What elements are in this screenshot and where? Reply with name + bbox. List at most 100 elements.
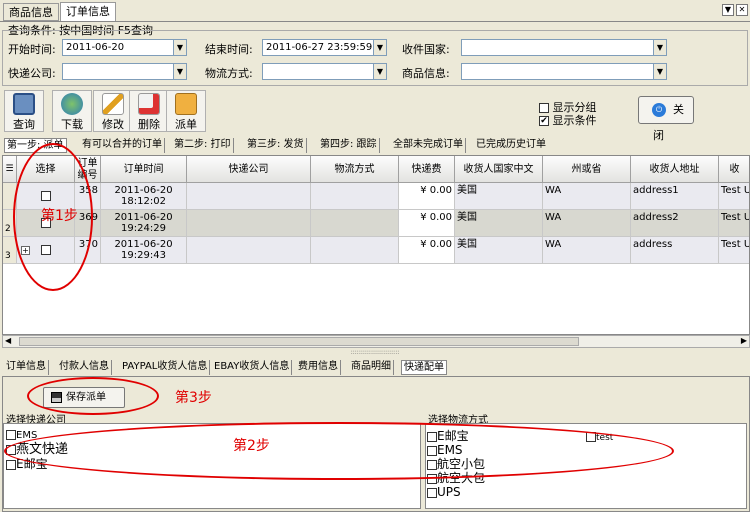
cell-empty [187,210,311,237]
start-time-value: 2011-06-20 [66,42,125,53]
start-time-field[interactable]: 2011-06-20 ▼ [62,39,187,56]
tab-goods-detail[interactable]: 商品明细 [349,360,394,375]
order-date: 2011-06-20 [114,212,173,223]
header-logistics: 物流方式 [311,156,399,183]
cell-addr: address1 [631,183,719,210]
splitter-handle[interactable]: :::::::::::::::::::::::: [0,349,750,357]
logistics-label: 物流方式: [205,67,253,80]
checkbox-checked-icon: ✔ [539,116,549,126]
logistics-select[interactable]: ▼ [262,63,387,80]
country-select[interactable]: ▼ [461,39,667,56]
tab-payer-info[interactable]: 付款人信息 [57,360,112,375]
cell-extra: Test U [719,210,749,237]
order-clock: 19:29:43 [121,250,166,261]
checkbox-icon [6,459,16,470]
tab-ebay-receiver[interactable]: EBAY收货人信息 [212,360,293,375]
chevron-down-icon[interactable]: ▼ [373,40,386,55]
delete-button-label: 删除 [138,118,160,131]
modify-button-label: 修改 [102,118,124,131]
order-time-cell: 2011-06-20 19:24:29 [101,210,187,237]
cell-addr: address [631,237,719,264]
order-time-cell: 2011-06-20 19:29:43 [101,237,187,264]
download-button[interactable]: 下载 [52,90,92,132]
header-express: 快递公司 [187,156,311,183]
annotation-step2: 第2步 [233,438,270,454]
chevron-down-icon[interactable]: ▼ [173,64,186,79]
scroll-right-icon[interactable]: ▶ [741,336,747,345]
tab-all-unfinished[interactable]: 全部未完成订单 [391,138,466,153]
order-date: 2011-06-20 [114,239,173,250]
tab-step3-ship[interactable]: 第三步: 发货 [245,138,307,153]
order-clock: 18:12:02 [121,196,166,207]
order-time-cell: 2011-06-20 18:12:02 [101,183,187,210]
cell-country: 美国 [455,183,543,210]
show-condition-checkbox[interactable]: ✔ 显示条件 [539,112,597,128]
pencil-icon [102,93,124,115]
window-close-button[interactable]: ✕ [736,4,748,16]
tab-history-completed[interactable]: 已完成历史订单 [474,138,548,153]
header-extra: 收 [719,156,749,183]
header-country: 收货人国家中文 [455,156,543,183]
chevron-down-icon[interactable]: ▼ [373,64,386,79]
annotation-step1: 第1步 [41,208,78,224]
chevron-down-icon[interactable]: ▼ [173,40,186,55]
delete-icon [138,93,160,115]
grid-hscrollbar[interactable]: ◀ ▶ [2,335,750,348]
grid-menu-corner[interactable]: ☰ [3,156,17,183]
order-clock: 19:24:29 [121,223,166,234]
cell-state: WA [543,237,631,264]
cell-empty [187,237,311,264]
checkbox-icon [427,487,437,498]
cell-state: WA [543,183,631,210]
truck-icon [175,93,197,115]
header-order-time: 订单时间 [101,156,187,183]
cell-fee: ¥ 0.00 [399,183,455,210]
chevron-down-icon[interactable]: ▼ [653,64,666,79]
express-select[interactable]: ▼ [62,63,187,80]
scroll-left-icon[interactable]: ◀ [5,336,11,345]
tab-fee-info[interactable]: 费用信息 [296,360,341,375]
logistics-option-label: UPS [437,485,461,499]
header-address: 收货人地址 [631,156,719,183]
modify-button[interactable]: 修改 [93,90,133,132]
tab-step4-track[interactable]: 第四步: 跟踪 [318,138,380,153]
cell-extra: Test U [719,183,749,210]
order-grid: ☰ 选择 订单编号 订单时间 快递公司 物流方式 快递费 收货人国家中文 州或省… [2,155,750,335]
goods-select[interactable]: ▼ [461,63,667,80]
logistics-option[interactable]: UPS [427,486,461,498]
tab-step2-print[interactable]: 第二步: 打印 [172,138,234,153]
cell-empty [311,183,399,210]
download-button-label: 下载 [61,118,83,131]
tab-goods-info[interactable]: 商品信息 [3,3,59,21]
query-button[interactable]: 查询 [4,90,44,132]
country-label: 收件国家: [402,43,450,56]
cell-empty [187,183,311,210]
globe-icon [61,93,83,115]
tab-paypal-receiver[interactable]: PAYPAL收货人信息 [120,360,211,375]
cell-fee: ¥ 0.00 [399,237,455,264]
magnifier-icon [13,93,35,115]
show-condition-label: 显示条件 [552,114,597,127]
query-button-label: 查询 [13,118,35,131]
tab-order-info[interactable]: 订单信息 [60,2,116,22]
scroll-thumb[interactable] [19,337,579,346]
close-button[interactable]: ⏻ 关闭 [638,96,694,142]
cell-state: WA [543,210,631,237]
chevron-down-icon[interactable]: ▼ [653,40,666,55]
delete-button[interactable]: 删除 [129,90,169,132]
checkbox-icon [6,430,16,440]
tab-express-dispatch[interactable]: 快递配单 [401,360,447,375]
tab-mergeable-orders[interactable]: 有可以合并的订单 [80,138,165,153]
end-time-field[interactable]: 2011-06-27 23:59:59 ▼ [262,39,387,56]
header-state: 州或省 [543,156,631,183]
window-menu-button[interactable]: ▼ [722,4,734,16]
express-label: 快递公司: [8,67,56,80]
goods-label: 商品信息: [402,67,450,80]
annotation-circle-step3 [27,377,159,415]
cell-empty [311,210,399,237]
tab-order-detail[interactable]: 订单信息 [4,360,49,375]
end-time-label: 结束时间: [205,43,253,56]
dispatch-button[interactable]: 派单 [166,90,206,132]
order-date: 2011-06-20 [114,185,173,196]
cell-country: 美国 [455,210,543,237]
